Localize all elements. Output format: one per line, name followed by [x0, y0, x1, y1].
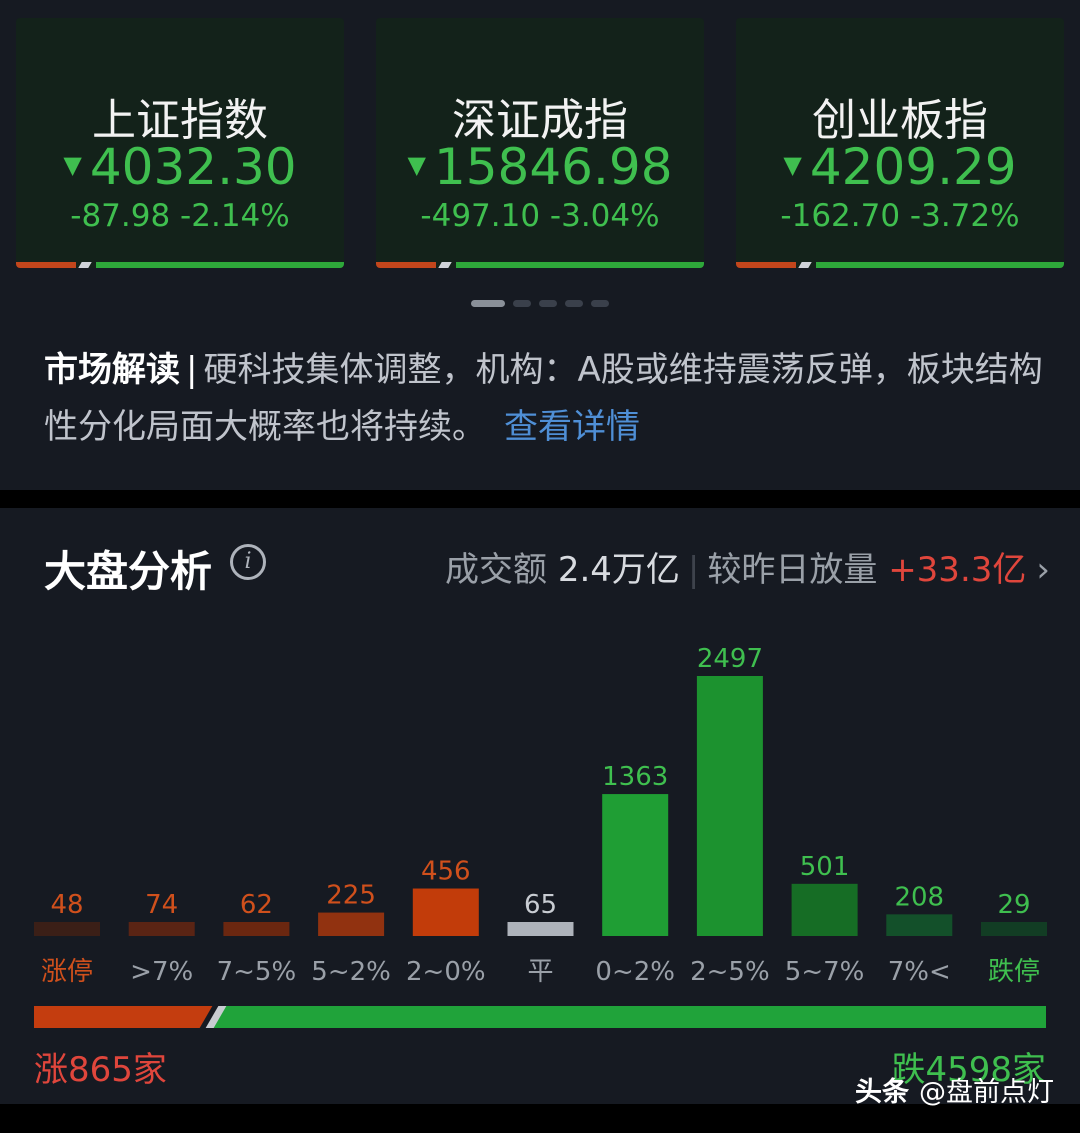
bar-category-label: 跌停 [988, 957, 1040, 987]
down-arrow-icon: ▼ [63, 150, 82, 179]
bar-value-label: 29 [997, 890, 1030, 920]
bar-category-label: 0~2% [595, 957, 675, 987]
bar-category-label: 7%< [888, 957, 951, 987]
index-card-shenzhen[interactable]: 深证成指 ▼ 15846.98 -497.10 -3.04% [376, 18, 704, 268]
carousel-dot[interactable] [513, 300, 531, 307]
decline-segment [230, 1006, 1046, 1028]
distribution-bar-chart: 48 涨停 74 >7% 62 7~5% 225 5~2% 456 2~0% 65 平 1363 0~2%… [34, 644, 1047, 987]
bar-value-label: 501 [800, 852, 850, 882]
bar-category-label: 平 [527, 957, 553, 987]
bar-10 [981, 922, 1047, 936]
index-change: -162.70 -3.72% [780, 198, 1020, 234]
index-change: -87.98 -2.14% [70, 198, 290, 234]
market-commentary-separator: | [186, 350, 198, 390]
carousel-dot-active[interactable] [471, 300, 505, 307]
index-price: ▼ 4032.30 [63, 138, 297, 196]
view-details-link[interactable]: 查看详情 [504, 407, 640, 447]
bar-7 [696, 676, 763, 936]
carousel-dot[interactable] [539, 300, 557, 307]
index-price: ▼ 15846.98 [407, 138, 673, 196]
bar-category-label: 5~7% [785, 957, 865, 987]
index-section: 上证指数 ▼ 4032.30 -87.98 -2.14% 深证成指 ▼ 15846.… [0, 0, 1080, 490]
bar-6 [602, 794, 669, 936]
bar-3 [318, 912, 385, 936]
bar-9 [886, 914, 953, 936]
carousel-dot[interactable] [591, 300, 609, 307]
watermark-account: @盘前点灯 [919, 1077, 1054, 1108]
bar-5 [507, 922, 574, 936]
advance-decline-bar [34, 1006, 1046, 1028]
bar-category-label: 涨停 [41, 957, 93, 987]
bar-2 [223, 922, 290, 936]
index-price: ▼ 4209.29 [783, 138, 1017, 196]
index-card-chinext[interactable]: 创业板指 ▼ 4209.29 -162.70 -3.72% [736, 18, 1064, 268]
down-arrow-icon: ▼ [783, 150, 802, 179]
bar-category-label: 5~2% [311, 957, 391, 987]
index-change: -497.10 -3.04% [420, 198, 660, 234]
index-breadth-bar [376, 262, 704, 268]
bar-value-label: 62 [240, 890, 273, 920]
market-commentary: 市场解读 | 硬科技集体调整，机构：A股或维持震荡反弹，板块结构性分化局面大概率也将… [44, 342, 1044, 456]
bar-1 [128, 922, 195, 936]
carousel-indicator[interactable] [0, 292, 1080, 311]
watermark-brand: 头条 [855, 1077, 909, 1108]
bar-value-label: 456 [421, 857, 471, 887]
watermark: 头条 @盘前点灯 [855, 1070, 1054, 1109]
bar-category-label: 7~5% [217, 957, 297, 987]
advance-segment [34, 1006, 196, 1028]
carousel-dot[interactable] [565, 300, 583, 307]
market-commentary-title: 市场解读 [44, 350, 180, 390]
bar-4 [412, 888, 479, 936]
index-breadth-bar [16, 262, 344, 268]
bar-8 [791, 883, 858, 936]
index-card-shanghai[interactable]: 上证指数 ▼ 4032.30 -87.98 -2.14% [16, 18, 344, 268]
advance-count: 涨865家 [34, 1050, 167, 1090]
bar-value-label: 225 [326, 881, 376, 911]
bar-value-label: 2497 [697, 644, 763, 674]
bar-0 [34, 922, 100, 936]
bar-value-label: 48 [50, 890, 83, 920]
down-arrow-icon: ▼ [407, 150, 426, 179]
market-analysis-section: 大盘分析 i 成交额 2.4万亿 | 较昨日放量 +33.3亿 › 48 涨停 74 >7%… [0, 508, 1080, 1104]
bar-category-label: 2~0% [406, 957, 486, 987]
bar-category-label: >7% [130, 957, 193, 987]
bar-category-label: 2~5% [690, 957, 770, 987]
index-breadth-bar [736, 262, 1064, 268]
bar-value-label: 208 [894, 882, 944, 912]
bar-value-label: 1363 [602, 762, 668, 792]
bar-value-label: 74 [145, 890, 178, 920]
bar-value-label: 65 [524, 890, 557, 920]
